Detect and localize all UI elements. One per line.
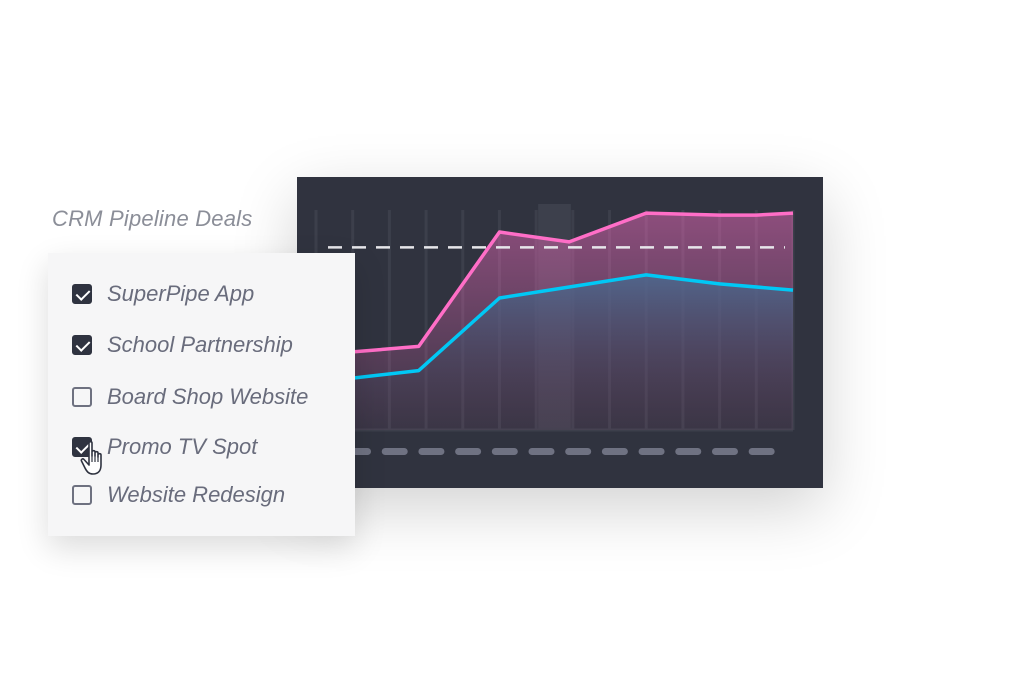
x-tick-label-placeholder xyxy=(601,448,628,455)
filter-label: SuperPipe App xyxy=(107,281,255,306)
checkbox[interactable] xyxy=(72,485,92,505)
x-tick-label-placeholder xyxy=(638,448,665,455)
x-tick-label-placeholder xyxy=(491,448,518,455)
filter-label: Website Redesign xyxy=(107,482,286,507)
x-tick-label-placeholder xyxy=(418,448,445,455)
filter-label: School Partnership xyxy=(107,332,293,357)
x-tick-label-placeholder xyxy=(565,448,592,455)
checkbox[interactable] xyxy=(72,335,92,355)
checkbox[interactable] xyxy=(72,387,92,407)
filter-website-redesign[interactable]: Website Redesign xyxy=(72,481,285,509)
filter-label: Promo TV Spot xyxy=(107,434,258,459)
x-tick-label-placeholder xyxy=(748,448,775,455)
filter-superpipe-app[interactable]: SuperPipe App xyxy=(72,280,254,308)
pipeline-chart xyxy=(314,204,795,455)
filter-panel: SuperPipe App School Partnership Board S… xyxy=(48,253,355,536)
x-tick-label-placeholder xyxy=(528,448,555,455)
x-tick-label-placeholder xyxy=(711,448,738,455)
checkbox[interactable] xyxy=(72,284,92,304)
filter-board-shop-website[interactable]: Board Shop Website xyxy=(72,383,308,411)
hand-pointer-icon xyxy=(80,440,102,475)
widget-title: CRM Pipeline Deals xyxy=(52,206,253,231)
filter-label: Board Shop Website xyxy=(107,384,309,409)
chart-panel xyxy=(297,177,823,488)
x-tick-label-placeholder xyxy=(675,448,702,455)
x-tick-label-placeholder xyxy=(381,448,408,455)
filter-school-partnership[interactable]: School Partnership xyxy=(72,331,293,359)
x-tick-label-placeholder xyxy=(455,448,482,455)
